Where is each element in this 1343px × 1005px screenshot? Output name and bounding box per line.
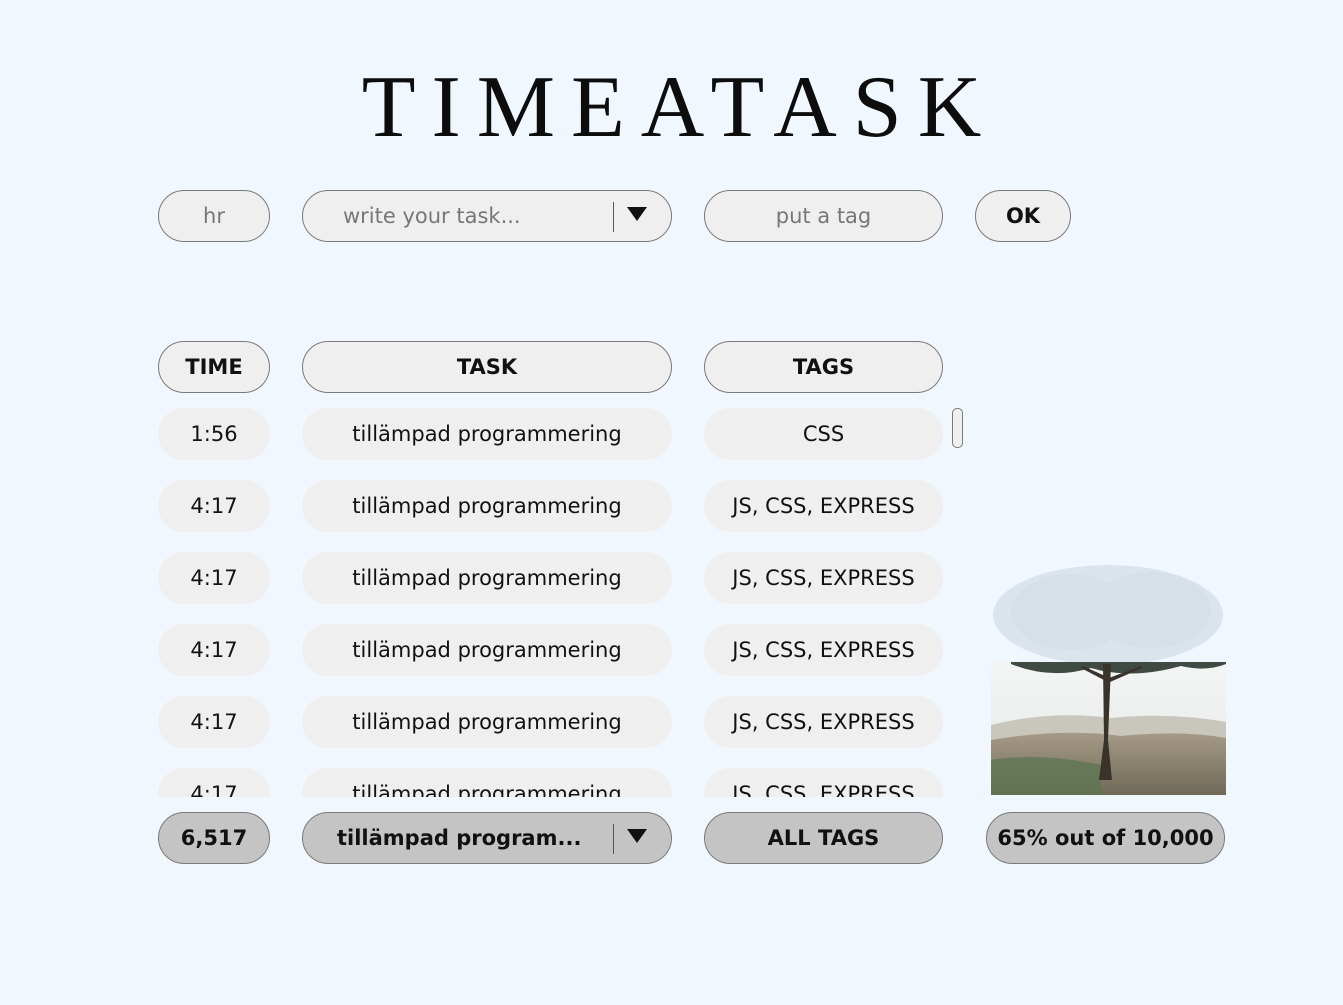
row-task: tillämpad programmering [302, 480, 672, 532]
column-header-time[interactable]: TIME [158, 341, 270, 393]
row-time: 4:17 [158, 480, 270, 532]
row-time: 4:17 [158, 696, 270, 748]
row-tags: JS, CSS, EXPRESS [704, 552, 943, 604]
dropdown-arrow-icon[interactable] [627, 207, 647, 221]
task-filter-label: tillämpad program... [337, 826, 582, 850]
column-header-tags[interactable]: TAGS [704, 341, 943, 393]
tag-input[interactable]: put a tag [704, 190, 943, 242]
row-tags: JS, CSS, EXPRESS [704, 768, 943, 797]
ok-button[interactable]: OK [975, 190, 1071, 242]
row-time: 4:17 [158, 624, 270, 676]
row-task: tillämpad programmering [302, 768, 672, 797]
row-time: 4:17 [158, 768, 270, 797]
task-list[interactable]: 1:56 tillämpad programmering CSS 4:17 ti… [150, 405, 970, 797]
progress-label: 65% out of 10,000 [986, 812, 1225, 864]
task-input-placeholder: write your task... [343, 204, 521, 228]
dropdown-arrow-icon[interactable] [627, 829, 647, 843]
row-tags: JS, CSS, EXPRESS [704, 624, 943, 676]
tags-filter-button[interactable]: ALL TAGS [704, 812, 943, 864]
list-scrollbar[interactable] [952, 408, 963, 448]
dropdown-separator [613, 824, 614, 854]
row-time: 1:56 [158, 408, 270, 460]
column-header-task[interactable]: TASK [302, 341, 672, 393]
dropdown-separator [613, 202, 614, 232]
row-time: 4:17 [158, 552, 270, 604]
task-input-dropdown[interactable]: write your task... [302, 190, 672, 242]
row-task: tillämpad programmering [302, 696, 672, 748]
row-tags: JS, CSS, EXPRESS [704, 480, 943, 532]
row-tags: JS, CSS, EXPRESS [704, 696, 943, 748]
row-tags: CSS [704, 408, 943, 460]
row-task: tillämpad programmering [302, 408, 672, 460]
row-task: tillämpad programmering [302, 552, 672, 604]
row-task: tillämpad programmering [302, 624, 672, 676]
task-filter-dropdown[interactable]: tillämpad program... [302, 812, 672, 864]
total-time-badge: 6,517 [158, 812, 270, 864]
hours-input[interactable]: hr [158, 190, 270, 242]
tree-progress-image [991, 540, 1226, 795]
app-title: TIMEATASK [361, 59, 998, 156]
